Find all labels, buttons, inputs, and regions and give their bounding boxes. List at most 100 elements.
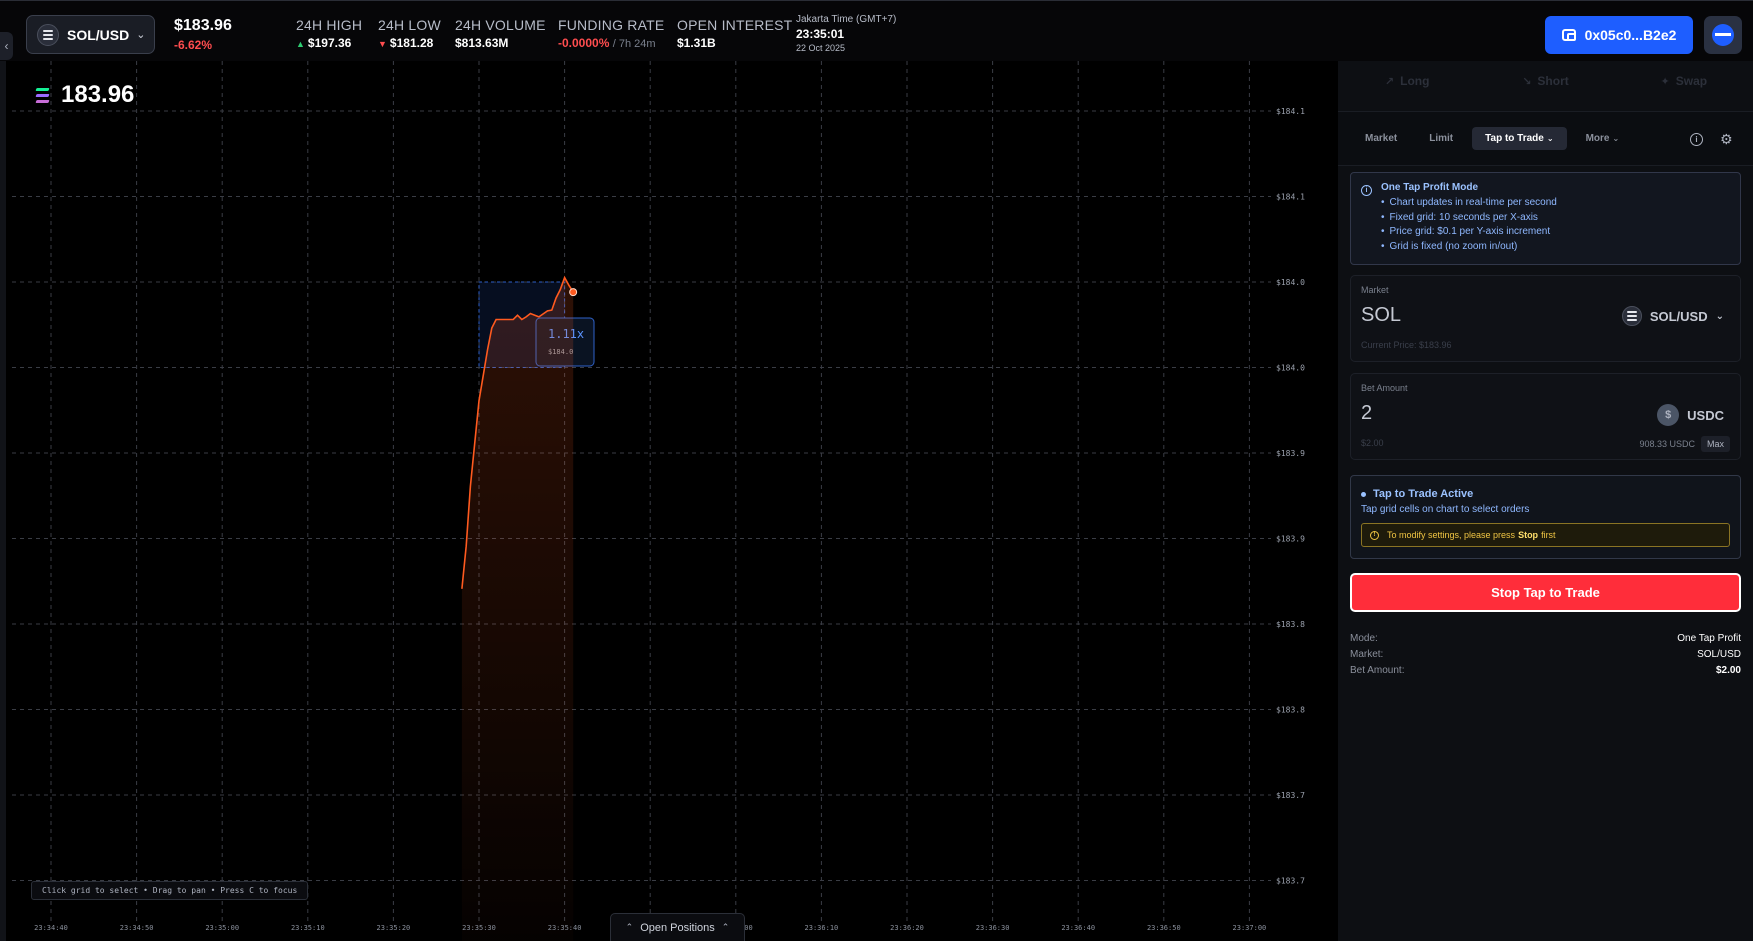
status-dot-icon xyxy=(1361,491,1366,497)
status-description: Tap grid cells on chart to select orders xyxy=(1361,504,1530,515)
market-field-label: Market xyxy=(1361,285,1389,295)
tab-short-label: Short xyxy=(1537,74,1569,88)
stat-label: OPEN INTEREST xyxy=(677,17,793,33)
wallet-button[interactable]: 0x05c0...B2e2 xyxy=(1545,16,1693,54)
stat-24h-volume: 24H VOLUME $813.63M xyxy=(455,17,546,50)
chevron-down-icon: ⌄ xyxy=(136,29,146,41)
y-tick-label: $183.7 xyxy=(1276,791,1305,800)
trade-panel: ↗ Long ↘ Short ✦ Swap Market Limit Tap to T… xyxy=(1338,61,1753,941)
gear-icon[interactable]: ⚙ xyxy=(1720,131,1733,148)
y-tick-label: $183.8 xyxy=(1276,620,1305,629)
clock-timezone: Jakarta Time (GMT+7) xyxy=(796,14,897,25)
stat-value: $181.28 xyxy=(389,36,434,50)
wallet-address: 0x05c0...B2e2 xyxy=(1584,27,1677,43)
chevron-down-icon: ⌄ xyxy=(1546,134,1554,143)
summary-value: One Tap Profit xyxy=(1677,633,1741,644)
price-marker xyxy=(569,288,578,297)
stat-24h-high: 24H HIGH ▲ $197.36 xyxy=(296,17,362,50)
tab-short[interactable]: ↘ Short xyxy=(1476,61,1614,101)
bet-amount-input[interactable]: 2 xyxy=(1361,402,1372,425)
stat-open-interest: OPEN INTEREST $1.31B xyxy=(677,17,792,50)
price-block: $183.96 -6.62% xyxy=(174,17,232,52)
tab-swap-label: Swap xyxy=(1675,74,1708,88)
stat-value: $197.36 xyxy=(307,36,352,50)
tab-swap[interactable]: ✦ Swap xyxy=(1615,61,1753,101)
avatar xyxy=(1712,24,1734,46)
collapse-sidebar-button[interactable]: ‹ xyxy=(0,32,13,60)
x-tick-label: 23:35:10 xyxy=(291,924,325,932)
account-button[interactable] xyxy=(1704,16,1742,54)
x-tick-label: 23:36:10 xyxy=(805,924,839,932)
x-tick-label: 23:36:30 xyxy=(976,924,1010,932)
tab-more[interactable]: More ⌄ xyxy=(1573,127,1633,150)
summary-key: Mode: xyxy=(1350,633,1378,644)
chevron-up-icon: ⌃ xyxy=(625,922,634,932)
price-chart[interactable]: 1.11x$184.0 $184.1$184.1$184.0$184.0$183… xyxy=(6,61,1338,941)
stat-label: 24H HIGH xyxy=(296,17,363,33)
info-icon[interactable]: i xyxy=(1690,133,1703,146)
solana-logo-icon xyxy=(35,87,50,103)
x-tick-label: 23:36:50 xyxy=(1147,924,1181,932)
status-title: Tap to Trade Active xyxy=(1361,488,1473,500)
summary-key: Bet Amount: xyxy=(1350,665,1405,676)
warning-text-post: first xyxy=(1541,530,1556,540)
bet-amount-label: Bet Amount xyxy=(1361,383,1408,393)
trending-up-icon: ↗ xyxy=(1384,75,1395,88)
chart-current-price: 183.96 xyxy=(61,81,135,108)
tab-limit[interactable]: Limit xyxy=(1416,127,1466,150)
mode-list-item: Fixed grid: 10 seconds per X-axis xyxy=(1381,211,1730,226)
chart-area[interactable]: 1.11x$184.0 $184.1$184.1$184.0$184.0$183… xyxy=(0,61,1338,941)
market-field-selector[interactable]: SOL/USD ⌄ xyxy=(1621,306,1724,326)
mode-info-box: i One Tap Profit Mode Chart updates in r… xyxy=(1350,172,1741,265)
summary-key: Market: xyxy=(1350,649,1384,660)
tab-tap-to-trade-label: Tap to Trade xyxy=(1485,133,1544,144)
market-selector[interactable]: SOL/USD ⌄ xyxy=(26,15,155,54)
wallet-icon xyxy=(1561,29,1576,41)
arrow-up-icon: ▲ xyxy=(296,39,305,49)
summary-mode: Mode: One Tap Profit xyxy=(1350,633,1741,644)
y-tick-label: $184.0 xyxy=(1276,278,1305,287)
price-area xyxy=(461,277,574,941)
chevron-up-icon: ⌃ xyxy=(721,922,730,932)
arrow-down-icon: ▼ xyxy=(378,39,387,49)
clock-date: 22 Oct 2025 xyxy=(796,43,846,53)
tab-market[interactable]: Market xyxy=(1352,127,1410,150)
open-positions-toggle[interactable]: ⌃ Open Positions ⌃ xyxy=(610,913,745,941)
stop-tap-to-trade-button[interactable]: Stop Tap to Trade xyxy=(1350,573,1741,612)
tab-long[interactable]: ↗ Long xyxy=(1338,61,1476,101)
summary-bet-amount: Bet Amount: $2.00 xyxy=(1350,665,1741,676)
market-selector-label: SOL/USD xyxy=(67,26,130,43)
top-bar: ‹ SOL/USD ⌄ $183.96 -6.62% 24H HIGH ▲ $19… xyxy=(0,0,1753,61)
clock-time: 23:35:01 xyxy=(796,27,845,41)
warning-text-pre: To modify settings, please press xyxy=(1387,530,1516,540)
chart-hint: Click grid to select • Drag to pan • Pre… xyxy=(31,881,309,900)
currency-display: $ USDC xyxy=(1657,404,1724,426)
side-tabs: ↗ Long ↘ Short ✦ Swap xyxy=(1338,61,1753,101)
bet-amount-field[interactable]: Bet Amount 2 $2.00 $ USDC 908.33 USDC Ma… xyxy=(1350,373,1741,460)
x-tick-label: 23:37:00 xyxy=(1233,924,1267,932)
balance: 908.33 USDC Max xyxy=(1639,436,1730,452)
x-tick-label: 23:34:50 xyxy=(120,924,154,932)
x-tick-label: 23:34:40 xyxy=(34,924,68,932)
stat-label: FUNDING RATE xyxy=(558,17,665,33)
x-tick-label: 23:35:40 xyxy=(548,924,582,932)
x-tick-label: 23:36:20 xyxy=(890,924,924,932)
bet-amount-usd: $2.00 xyxy=(1361,438,1384,448)
chevron-down-icon: ⌄ xyxy=(1612,134,1620,143)
price-change: -6.62% xyxy=(174,38,213,52)
mode-list: Chart updates in real-time per second Fi… xyxy=(1381,196,1730,254)
sol-icon xyxy=(37,23,59,46)
summary-market: Market: SOL/USD xyxy=(1350,649,1741,660)
chart-price-label: 183.96 xyxy=(35,81,135,109)
x-tick-label: 23:36:40 xyxy=(1061,924,1095,932)
current-price-text: Current Price: $183.96 xyxy=(1361,340,1452,350)
funding-countdown: / 7h 24m xyxy=(612,38,656,50)
stat-funding-rate: FUNDING RATE -0.0000% / 7h 24m xyxy=(558,17,664,50)
open-positions-label: Open Positions xyxy=(640,921,715,934)
tab-tap-to-trade[interactable]: Tap to Trade ⌄ xyxy=(1472,127,1567,150)
summary-value: $2.00 xyxy=(1715,665,1741,676)
tab-more-label: More xyxy=(1585,133,1610,144)
max-button[interactable]: Max xyxy=(1700,436,1730,452)
y-tick-label: $184.0 xyxy=(1276,364,1305,373)
status-title-text: Tap to Trade Active xyxy=(1373,488,1474,500)
